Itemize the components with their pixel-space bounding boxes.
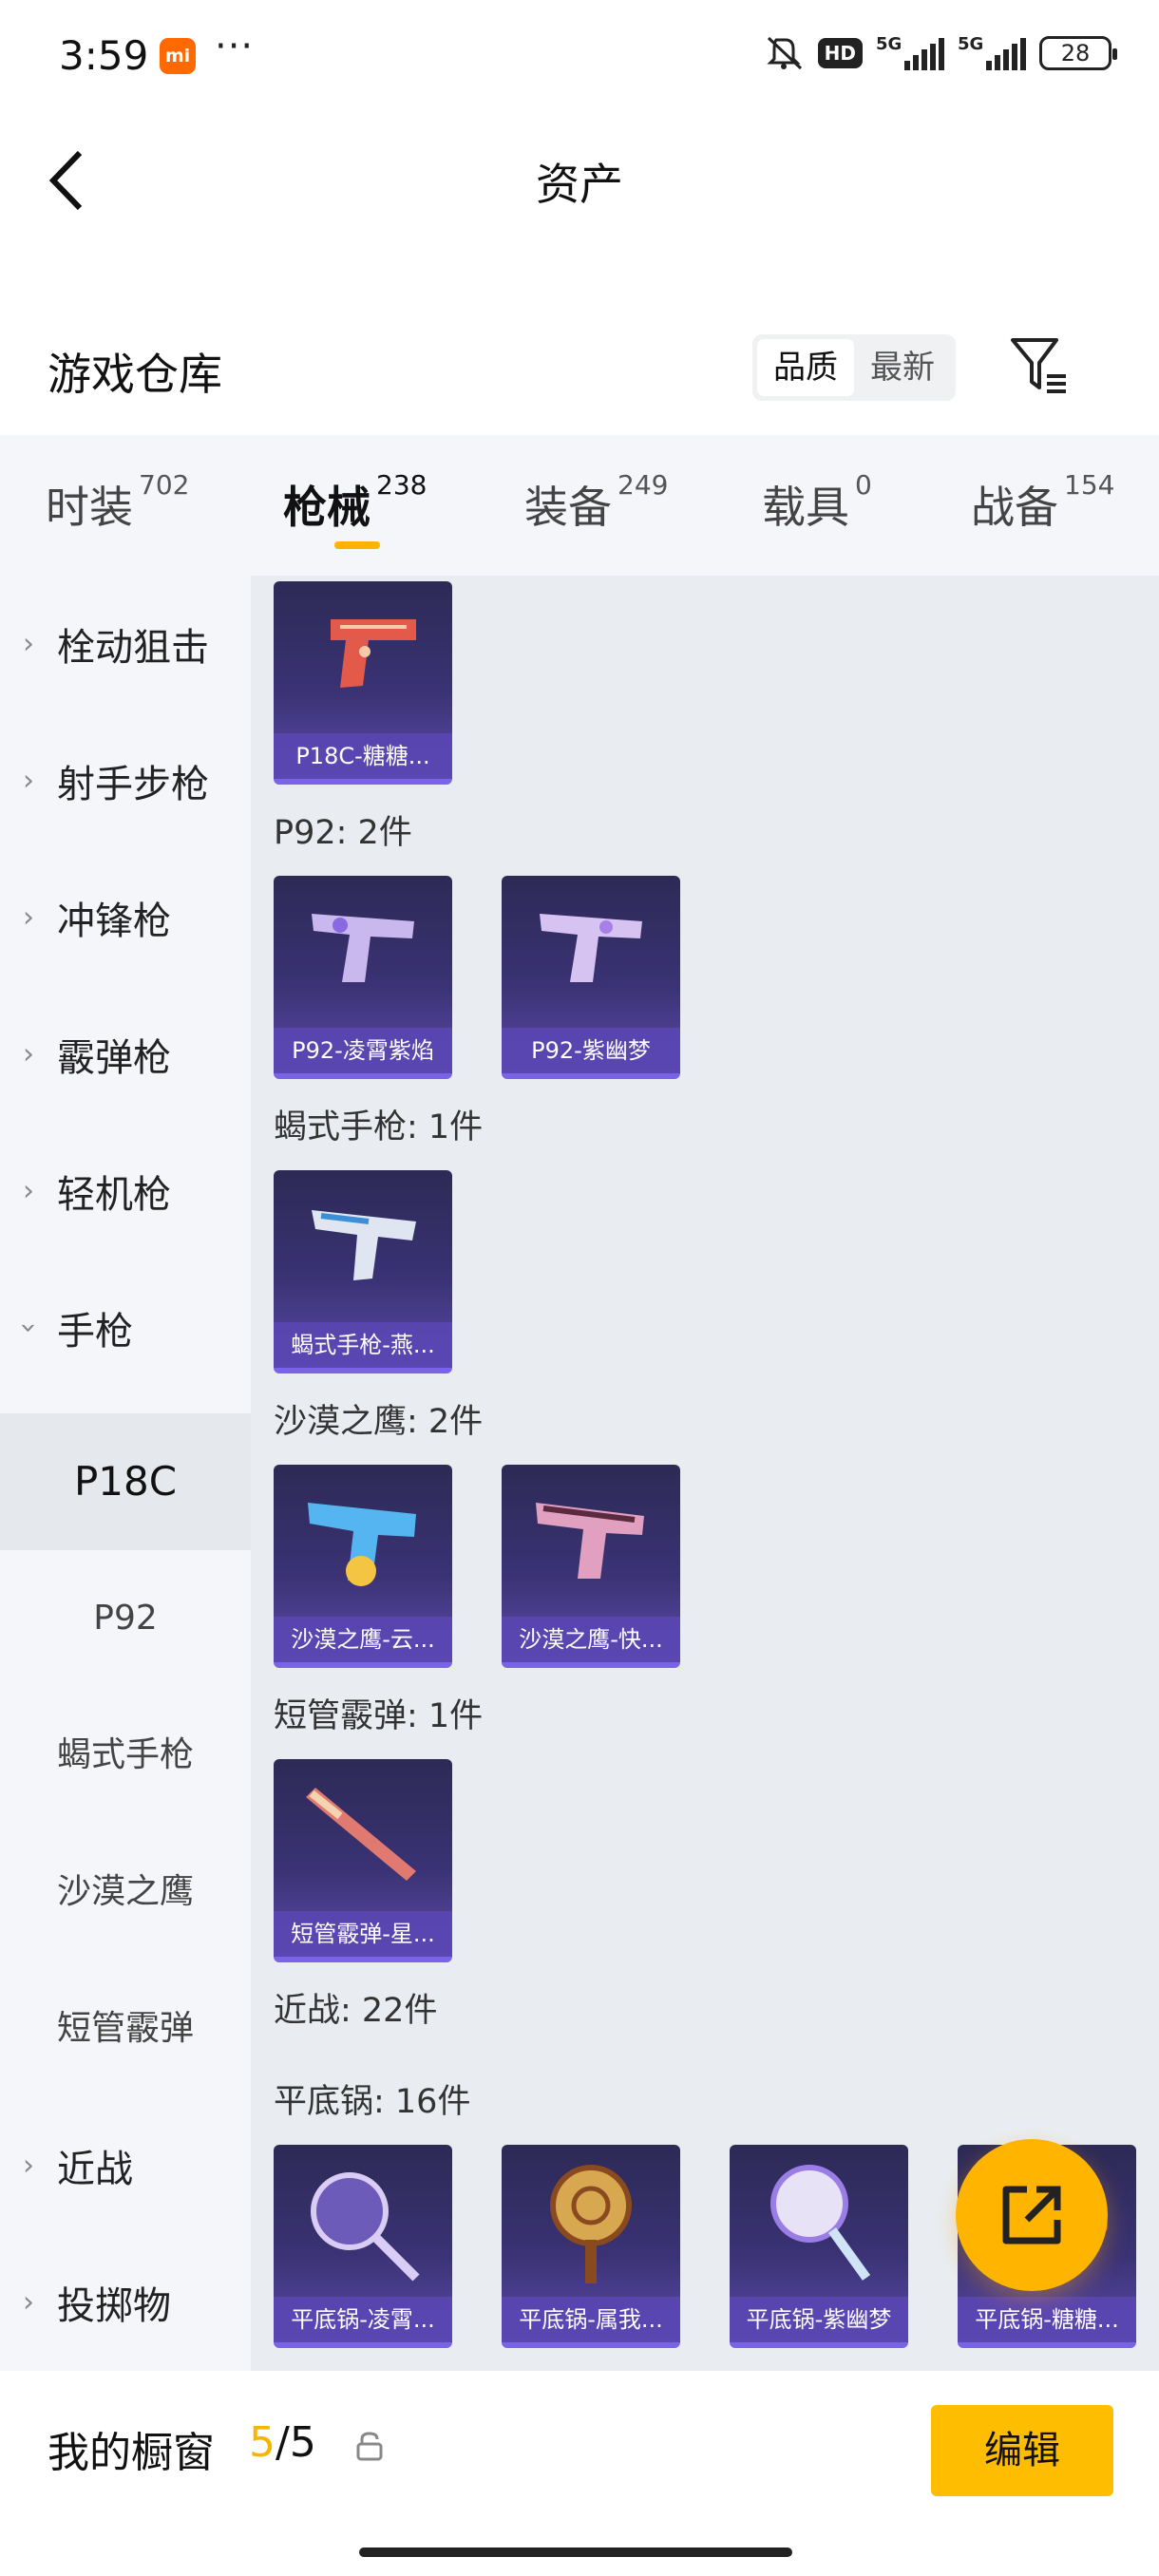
- tab-equipment[interactable]: 装备 249: [524, 469, 668, 536]
- group-label: 蝎式手枪: 1件: [274, 1108, 484, 1146]
- sidebar-item-smg[interactable]: › 冲锋枪: [0, 849, 251, 986]
- pan-skin-image: [550, 2165, 632, 2283]
- status-bar: 3:59 mi ··· HD 5G 5G 28: [0, 0, 1159, 112]
- item-name: 短管霰弹-星...: [274, 1911, 452, 1957]
- item-name: 平底锅-属我...: [502, 2297, 680, 2342]
- sidebar-item-melee[interactable]: › 近战: [0, 2097, 251, 2234]
- sidebar-item-shotgun[interactable]: › 霰弹枪: [0, 986, 251, 1123]
- chevron-right-icon: ›: [23, 1037, 34, 1071]
- item-name: 平底锅-紫幽梦: [730, 2297, 908, 2342]
- item-card[interactable]: 平底锅-凌霄...: [274, 2145, 452, 2348]
- group-label: 短管霰弹: 1件: [274, 1697, 484, 1735]
- sidebar-sub-p92[interactable]: P92: [0, 1550, 251, 1687]
- chevron-right-icon: ›: [23, 627, 34, 661]
- status-icons: HD 5G 5G 28: [763, 34, 1117, 72]
- sidebar-item-lmg[interactable]: › 轻机枪: [0, 1123, 251, 1260]
- sort-newest-button[interactable]: 最新: [854, 339, 951, 396]
- tab-supplies[interactable]: 战备 154: [971, 469, 1114, 536]
- chevron-right-icon: ›: [23, 1174, 34, 1208]
- item-name: P92-凌霄紫焰: [274, 1028, 452, 1073]
- chevron-right-icon: ›: [23, 2285, 34, 2320]
- item-card[interactable]: P18C-糖糖...: [274, 581, 452, 785]
- chevron-down-icon: ›: [11, 1322, 46, 1334]
- item-card[interactable]: P92-紫幽梦: [502, 876, 680, 1079]
- group-label: 近战: 22件: [274, 1992, 438, 2030]
- showcase-bar: 我的橱窗 5/5 编辑: [0, 2371, 1159, 2576]
- status-time: 3:59: [59, 32, 149, 79]
- item-card[interactable]: 沙漠之鹰-云...: [274, 1465, 452, 1668]
- item-name: 沙漠之鹰-快...: [502, 1617, 680, 1662]
- group-label: 平底锅: 16件: [274, 2083, 471, 2121]
- sidebar-sub-sawed-off[interactable]: 短管霰弹: [0, 1960, 251, 2097]
- tab-vehicles[interactable]: 载具 0: [762, 469, 872, 536]
- chevron-right-icon: ›: [23, 900, 34, 935]
- item-name: 平底锅-糖糖...: [958, 2297, 1136, 2342]
- sort-toggle: 品质 最新: [752, 334, 956, 401]
- item-card[interactable]: P92-凌霄紫焰: [274, 876, 452, 1079]
- sidebar-item-marksman-rifle[interactable]: › 射手步枪: [0, 712, 251, 849]
- sidebar-item-throwable[interactable]: › 投掷物: [0, 2234, 251, 2371]
- signal-icon-2: 5G: [958, 34, 1026, 70]
- category-tabs: 时装 702 枪械 238 装备 249 载具 0 战备 154: [0, 435, 1159, 576]
- shotgun-skin-image: [306, 1788, 416, 1881]
- pistol-skin-image: [312, 914, 414, 982]
- sidebar-sub-p18c[interactable]: P18C: [0, 1413, 251, 1550]
- mi-app-icon: mi: [160, 38, 196, 74]
- pistol-skin-image: [331, 619, 416, 688]
- item-name: 蝎式手枪-燕...: [274, 1322, 452, 1368]
- chevron-right-icon: ›: [23, 2149, 34, 2183]
- item-card[interactable]: 平底锅-紫幽梦: [730, 2145, 908, 2348]
- item-name: P18C-糖糖...: [274, 733, 452, 779]
- tab-fashion[interactable]: 时装 702: [46, 469, 189, 536]
- sort-quality-button[interactable]: 品质: [757, 339, 854, 396]
- sidebar-item-pistol[interactable]: › 手枪: [0, 1260, 251, 1396]
- smg-skin-image: [312, 1210, 416, 1280]
- item-card[interactable]: 沙漠之鹰-快...: [502, 1465, 680, 1668]
- sidebar-item-bolt-sniper[interactable]: › 栓动狙击: [0, 576, 251, 712]
- chevron-right-icon: ›: [23, 764, 34, 798]
- pan-skin-image: [311, 2172, 420, 2282]
- lock-icon: [356, 2432, 383, 2461]
- share-external-icon: [1002, 2186, 1061, 2245]
- category-sidebar: › 栓动狙击 › 射手步枪 › 冲锋枪 › 霰弹枪 › 轻机枪 › 手枪 P18C P92 …: [0, 576, 251, 2371]
- battery-icon: 28: [1039, 36, 1117, 70]
- filter-icon[interactable]: [1009, 334, 1070, 395]
- tab-active-indicator: [334, 541, 380, 549]
- hd-voice-icon: HD: [817, 38, 863, 68]
- pistol-skin-image: [308, 1503, 416, 1586]
- group-label: P92: 2件: [274, 814, 412, 852]
- sidebar-sub-desert-eagle[interactable]: 沙漠之鹰: [0, 1824, 251, 1960]
- page-title: 资产: [536, 159, 623, 210]
- showcase-title: 我的橱窗: [48, 2429, 215, 2477]
- home-indicator[interactable]: [359, 2548, 792, 2557]
- item-name: P92-紫幽梦: [502, 1028, 680, 1073]
- item-card[interactable]: 平底锅-属我...: [502, 2145, 680, 2348]
- pan-skin-image: [770, 2165, 871, 2281]
- pistol-skin-image: [540, 914, 642, 982]
- mute-icon: [767, 36, 802, 70]
- share-button[interactable]: [956, 2139, 1108, 2291]
- signal-icon-1: 5G: [876, 34, 944, 70]
- item-grid: P18C-糖糖... P92: 2件 P92-凌霄紫焰 P92-紫幽梦 蝎式手枪…: [251, 576, 1159, 2371]
- showcase-count: 5/5: [249, 2418, 316, 2467]
- item-card[interactable]: 蝎式手枪-燕...: [274, 1170, 452, 1373]
- edit-button[interactable]: 编辑: [931, 2405, 1113, 2496]
- group-label: 沙漠之鹰: 2件: [274, 1403, 484, 1441]
- item-name: 沙漠之鹰-云...: [274, 1617, 452, 1662]
- more-notifications-icon: ···: [215, 25, 255, 68]
- warehouse-title: 游戏仓库: [48, 349, 222, 400]
- sidebar-sub-scorpion[interactable]: 蝎式手枪: [0, 1687, 251, 1824]
- tab-guns[interactable]: 枪械 238: [283, 469, 427, 536]
- item-name: 平底锅-凌霄...: [274, 2297, 452, 2342]
- pistol-skin-image: [536, 1503, 644, 1579]
- item-card[interactable]: 短管霰弹-星...: [274, 1759, 452, 1962]
